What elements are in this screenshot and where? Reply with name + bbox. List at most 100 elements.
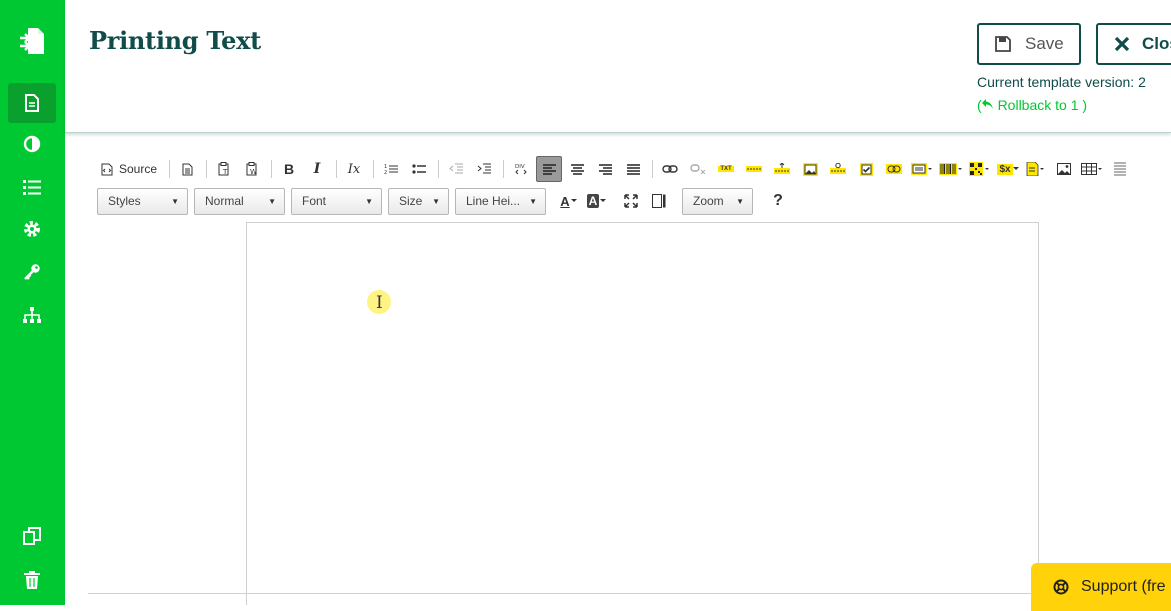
sidebar-item-structure[interactable] [8,295,56,335]
support-button-label: Support (fre [1081,578,1166,595]
rollback-label: Rollback to 1 [997,97,1079,113]
link-field-icon [886,164,903,174]
paste-word-button[interactable]: W [239,156,265,182]
close-button[interactable]: Clos [1096,23,1171,65]
outdent-icon [449,163,464,174]
insert-variable-button[interactable]: $x [995,156,1021,182]
insert-checkbox-button[interactable] [853,156,879,182]
chevron-down-icon [570,198,577,202]
toolbar-separator [206,160,208,178]
link-button[interactable] [657,156,683,182]
insert-table-button[interactable] [1079,156,1105,182]
zoom-dropdown[interactable]: Zoom ▼ [682,187,753,215]
styles-dropdown[interactable]: Styles ▼ [97,187,188,215]
horizontal-rule-button[interactable] [1107,156,1133,182]
justify-button[interactable] [620,156,646,182]
align-center-button[interactable] [564,156,590,182]
show-blocks-button[interactable] [646,188,672,214]
source-button[interactable]: Source [97,156,163,182]
insert-form-dropdown-button[interactable] [909,156,935,182]
toolbar-separator [336,160,338,178]
sidebar-item-document[interactable] [8,83,56,123]
save-button[interactable]: Save [977,23,1081,65]
toolbar-separator [438,160,440,178]
italic-button[interactable]: I [304,156,330,182]
insert-text-field-label: TXT [718,166,734,172]
line-height-dropdown-label: Line Hei... [466,194,521,208]
insert-image-field-button[interactable] [797,156,823,182]
bulleted-list-button[interactable] [406,156,432,182]
unlink-button[interactable] [685,156,711,182]
insert-template-button[interactable] [1023,156,1049,182]
help-button[interactable]: ? [765,188,791,214]
insert-link-field-button[interactable] [881,156,907,182]
text-color-button[interactable]: A [556,188,582,214]
line-height-dropdown[interactable]: Line Hei... ▼ [455,187,546,215]
sidebar-item-keys[interactable] [8,252,56,292]
sitemap-icon [23,307,41,323]
align-right-icon [598,163,612,175]
svg-text:DIV: DIV [515,164,525,170]
insert-variable-label: $x [997,163,1013,175]
sidebar-item-contrast[interactable] [8,124,56,164]
new-page-button[interactable] [174,156,200,182]
document-export-icon[interactable] [14,24,50,58]
indent-button[interactable] [471,156,497,182]
key-icon [24,264,40,280]
editor-toolbar-row-2: Styles ▼ Normal ▼ Font ▼ Size ▼ Line Hei... ▼… [97,187,793,215]
rollback-link[interactable]: Rollback to 1 [981,97,1079,113]
gear-icon [24,221,40,237]
align-right-button[interactable] [592,156,618,182]
chevron-down-icon: ▼ [365,196,373,206]
form-field-icon [911,163,933,175]
support-button[interactable]: Support (fre [1031,563,1171,611]
sidebar-item-settings[interactable] [8,209,56,249]
background-color-button[interactable]: A [584,188,610,214]
insert-image-button[interactable] [1051,156,1077,182]
sidebar-item-delete[interactable] [8,560,56,600]
font-dropdown[interactable]: Font ▼ [291,187,382,215]
insert-special-field-button[interactable] [825,156,851,182]
chevron-down-icon [600,198,607,202]
image-icon [1057,163,1072,175]
remove-format-button[interactable]: Ix [341,156,367,182]
insert-marked-field-button[interactable] [769,156,795,182]
create-div-button[interactable]: DIV [508,156,534,182]
format-dropdown[interactable]: Normal ▼ [194,187,285,215]
outdent-button[interactable] [443,156,469,182]
numbered-list-icon: 12 [384,164,399,175]
editor-content-area[interactable] [246,222,1039,605]
size-dropdown-label: Size [399,194,423,208]
align-left-button[interactable] [536,156,563,182]
document-icon [25,94,39,112]
toolbar-separator [503,160,505,178]
paste-text-button[interactable]: T [211,156,237,182]
insert-line-field-button[interactable] [741,156,767,182]
contrast-icon [23,135,41,153]
maximize-button[interactable] [618,188,644,214]
size-dropdown[interactable]: Size ▼ [388,187,449,215]
insert-text-field-button[interactable]: TXT [713,156,739,182]
chevron-down-icon: ▼ [432,196,440,206]
undo-arrow-icon [981,99,993,109]
div-container-icon: DIV [515,164,527,175]
insert-barcode-button[interactable] [937,156,965,182]
link-icon [662,165,678,173]
numbered-list-button[interactable]: 12 [378,156,404,182]
text-color-label: A [560,193,570,209]
chevron-down-icon: ▼ [171,196,179,206]
copy-icon [23,527,41,545]
insert-qrcode-button[interactable] [967,156,993,182]
source-label: Source [119,162,158,176]
bold-button[interactable]: B [276,156,302,182]
maximize-icon [624,194,638,208]
sidebar-item-list[interactable] [8,167,56,207]
checkbox-field-icon [859,162,873,176]
toolbar-separator [271,160,273,178]
show-blocks-icon [652,194,666,208]
trash-icon [24,571,40,589]
barcode-icon [939,163,963,175]
sidebar-item-copy[interactable] [8,516,56,556]
special-field-icon [830,163,847,174]
paste-word-icon: W [246,162,257,176]
